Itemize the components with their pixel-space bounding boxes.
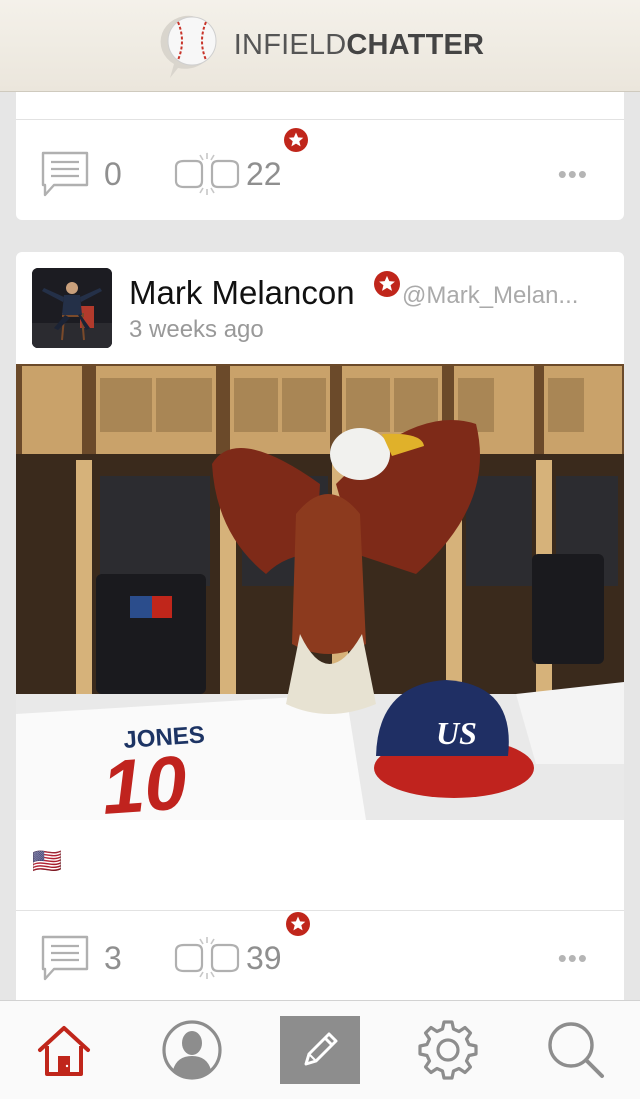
post-card: Mark Melancon @Mark_Melan... 3 weeks ago xyxy=(16,252,624,1000)
fist-bump-count: 39 xyxy=(246,939,282,976)
comment-icon xyxy=(41,151,89,197)
avatar[interactable] xyxy=(32,268,112,348)
star-badge-icon xyxy=(374,271,400,297)
post-card: 0 22 ••• xyxy=(16,92,624,220)
pencil-icon xyxy=(304,1032,338,1066)
app-header: INFIELDCHATTER xyxy=(0,0,640,92)
tab-profile[interactable] xyxy=(128,1001,256,1099)
gear-icon xyxy=(418,1020,478,1080)
profile-icon xyxy=(162,1020,222,1080)
tab-bar xyxy=(0,1000,640,1099)
card-divider xyxy=(16,910,624,911)
post-caption: 🇺🇸 xyxy=(32,848,62,875)
card-divider xyxy=(16,119,624,120)
fist-bump-count: 22 xyxy=(246,155,282,192)
svg-text:US: US xyxy=(436,715,477,751)
comment-count: 3 xyxy=(104,939,122,976)
post-photo[interactable]: US JONES 10 xyxy=(16,364,624,820)
star-badge-icon xyxy=(286,912,310,936)
author-handle[interactable]: @Mark_Melan... xyxy=(402,282,578,310)
fist-bump-button[interactable]: 22 xyxy=(172,134,282,214)
home-icon xyxy=(38,1026,90,1076)
author-name[interactable]: Mark Melancon xyxy=(129,274,355,312)
brand-name: INFIELDCHATTER xyxy=(234,29,484,62)
post-actions: 0 22 ••• xyxy=(16,128,624,214)
search-icon xyxy=(548,1022,604,1078)
post-actions: 3 39 ••• xyxy=(16,912,624,998)
compose-button[interactable] xyxy=(280,1016,360,1084)
avatar-image xyxy=(32,268,112,348)
brand-bold: CHATTER xyxy=(346,29,485,61)
feed[interactable]: 0 22 ••• Mark Melancon @Mark_Melan... 3 … xyxy=(0,92,640,1000)
brand[interactable]: INFIELDCHATTER xyxy=(156,10,484,82)
jersey-number: 10 xyxy=(99,740,189,820)
tab-search[interactable] xyxy=(512,1001,640,1099)
more-dots-icon[interactable]: ••• xyxy=(558,161,588,187)
tab-settings[interactable] xyxy=(384,1001,512,1099)
star-badge-icon xyxy=(284,128,308,152)
comment-icon xyxy=(41,935,89,981)
more-dots-icon[interactable]: ••• xyxy=(558,945,588,971)
comment-button[interactable]: 3 xyxy=(40,918,122,998)
fist-bump-icon xyxy=(174,153,240,195)
post-time: 3 weeks ago xyxy=(129,316,264,343)
tab-compose[interactable] xyxy=(256,1001,384,1099)
brand-light: INFIELD xyxy=(233,29,347,61)
baseball-chat-icon xyxy=(160,15,217,78)
comment-button[interactable]: 0 xyxy=(40,134,122,214)
comment-count: 0 xyxy=(104,155,122,192)
fist-bump-button[interactable]: 39 xyxy=(172,918,282,998)
fist-bump-icon xyxy=(174,937,240,979)
tab-home[interactable] xyxy=(0,1001,128,1099)
